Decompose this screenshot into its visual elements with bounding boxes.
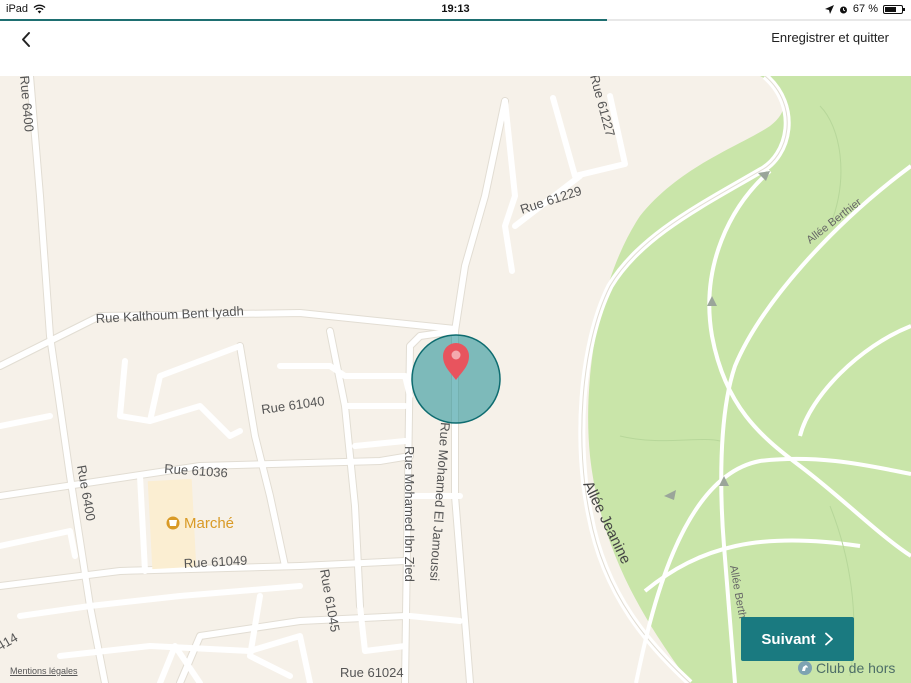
back-button[interactable] bbox=[14, 27, 40, 53]
next-button-label: Suivant bbox=[761, 630, 816, 648]
alarm-icon bbox=[839, 6, 847, 13]
nav-bar: Enregistrer et quitter bbox=[0, 21, 911, 76]
legal-notice-link[interactable]: Mentions légales bbox=[10, 666, 78, 676]
save-and-quit-button[interactable]: Enregistrer et quitter bbox=[771, 30, 889, 45]
street-label-rue-414: 414 bbox=[0, 630, 20, 654]
city-roads bbox=[0, 76, 628, 683]
chevron-left-icon bbox=[22, 32, 30, 47]
map-canvas: Rue 6400 Rue 6400 Rue 61227 Rue 61229 Ru… bbox=[0, 76, 911, 683]
street-label-rue-jamoussi: Rue Mohamed El Jamoussi bbox=[427, 422, 453, 582]
battery-percent: 67 % bbox=[852, 3, 878, 15]
street-label-rue-61229: Rue 61229 bbox=[518, 183, 583, 217]
next-button[interactable]: Suivant bbox=[741, 617, 854, 661]
street-label-rue-ibn-zied: Rue Mohamed Ibn Zied bbox=[402, 446, 417, 582]
chevron-right-icon bbox=[824, 632, 833, 646]
street-label-rue-kalthoum: Rue Kalthoum Bent Iyadh bbox=[95, 303, 244, 326]
battery-icon bbox=[883, 4, 905, 14]
status-bar: iPad 19:13 67 % bbox=[0, 0, 911, 19]
marche-label: Marché bbox=[184, 515, 234, 532]
poi-club-label: Club de hors bbox=[816, 660, 896, 676]
park-area bbox=[588, 76, 911, 683]
poi-club[interactable]: Club de hors bbox=[798, 660, 895, 676]
location-arrow-icon bbox=[824, 4, 834, 14]
street-label-rue-61040: Rue 61040 bbox=[260, 393, 325, 417]
horse-icon bbox=[798, 661, 812, 675]
status-time: 19:13 bbox=[441, 3, 470, 15]
street-label-rue-61024: Rue 61024 bbox=[340, 665, 404, 680]
map-view[interactable]: Rue 6400 Rue 6400 Rue 61227 Rue 61229 Ru… bbox=[0, 76, 911, 683]
street-label-rue-61036: Rue 61036 bbox=[164, 461, 229, 480]
